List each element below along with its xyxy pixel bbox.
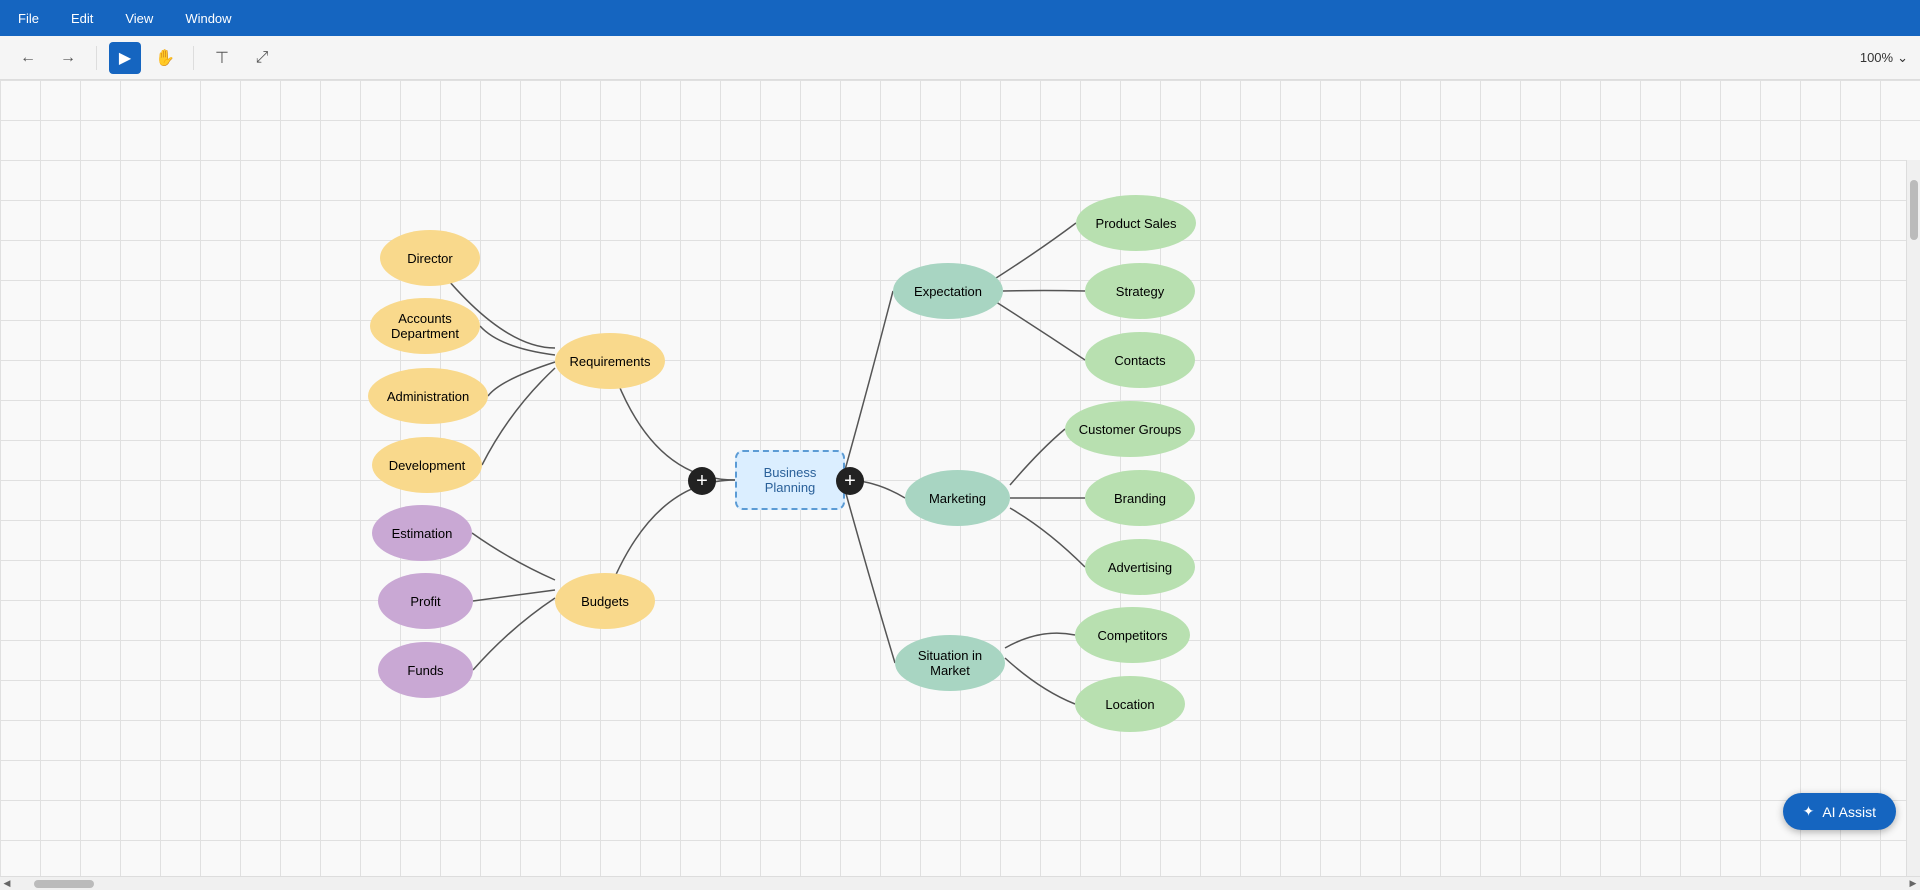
node-administration[interactable]: Administration: [368, 368, 488, 424]
select-button[interactable]: ▶: [109, 42, 141, 74]
node-location[interactable]: Location: [1075, 676, 1185, 732]
node-estimation[interactable]: Estimation: [372, 505, 472, 561]
node-funds[interactable]: Funds: [378, 642, 473, 698]
node-profit[interactable]: Profit: [378, 573, 473, 629]
vertical-scrollbar[interactable]: [1906, 160, 1920, 876]
node-situation-in-market[interactable]: Situation in Market: [895, 635, 1005, 691]
ai-assist-icon: ✦: [1803, 803, 1815, 820]
node-director[interactable]: Director: [380, 230, 480, 286]
toolbar-separator-1: [96, 46, 97, 70]
menu-file[interactable]: File: [12, 7, 45, 30]
ai-assist-button[interactable]: ✦ AI Assist: [1783, 793, 1896, 830]
plus-right-button[interactable]: +: [836, 467, 864, 495]
node-strategy[interactable]: Strategy: [1085, 263, 1195, 319]
insert-shape-button[interactable]: ⊤: [206, 42, 238, 74]
zoom-label: 100% ⌄: [1860, 50, 1908, 66]
menubar: File Edit View Window: [0, 0, 1920, 36]
node-business-planning[interactable]: Business Planning: [735, 450, 845, 510]
scroll-thumb-horizontal[interactable]: [34, 880, 94, 888]
menu-window[interactable]: Window: [179, 7, 237, 30]
scroll-right-arrow[interactable]: ▶: [1906, 877, 1920, 890]
horizontal-scrollbar[interactable]: ◀ ▶: [0, 876, 1920, 890]
scroll-thumb-vertical[interactable]: [1910, 180, 1918, 240]
toolbar: ← → ▶ ✋ ⊤ ⤢ 100% ⌄: [0, 36, 1920, 80]
undo-button[interactable]: ←: [12, 42, 44, 74]
node-requirements[interactable]: Requirements: [555, 333, 665, 389]
scroll-left-arrow[interactable]: ◀: [0, 877, 14, 890]
node-competitors[interactable]: Competitors: [1075, 607, 1190, 663]
node-contacts[interactable]: Contacts: [1085, 332, 1195, 388]
node-customer-groups[interactable]: Customer Groups: [1065, 401, 1195, 457]
redo-button[interactable]: →: [52, 42, 84, 74]
node-marketing[interactable]: Marketing: [905, 470, 1010, 526]
node-expectation[interactable]: Expectation: [893, 263, 1003, 319]
plus-left-button[interactable]: +: [688, 467, 716, 495]
insert-connector-button[interactable]: ⤢: [246, 42, 278, 74]
node-budgets[interactable]: Budgets: [555, 573, 655, 629]
hand-button[interactable]: ✋: [149, 42, 181, 74]
menu-edit[interactable]: Edit: [65, 7, 99, 30]
node-product-sales[interactable]: Product Sales: [1076, 195, 1196, 251]
node-branding[interactable]: Branding: [1085, 470, 1195, 526]
zoom-chevron-icon[interactable]: ⌄: [1897, 50, 1908, 66]
node-development[interactable]: Development: [372, 437, 482, 493]
node-advertising[interactable]: Advertising: [1085, 539, 1195, 595]
node-accounts-department[interactable]: Accounts Department: [370, 298, 480, 354]
toolbar-separator-2: [193, 46, 194, 70]
menu-view[interactable]: View: [119, 7, 159, 30]
canvas: Business Planning + + Requirements Budge…: [0, 80, 1920, 890]
